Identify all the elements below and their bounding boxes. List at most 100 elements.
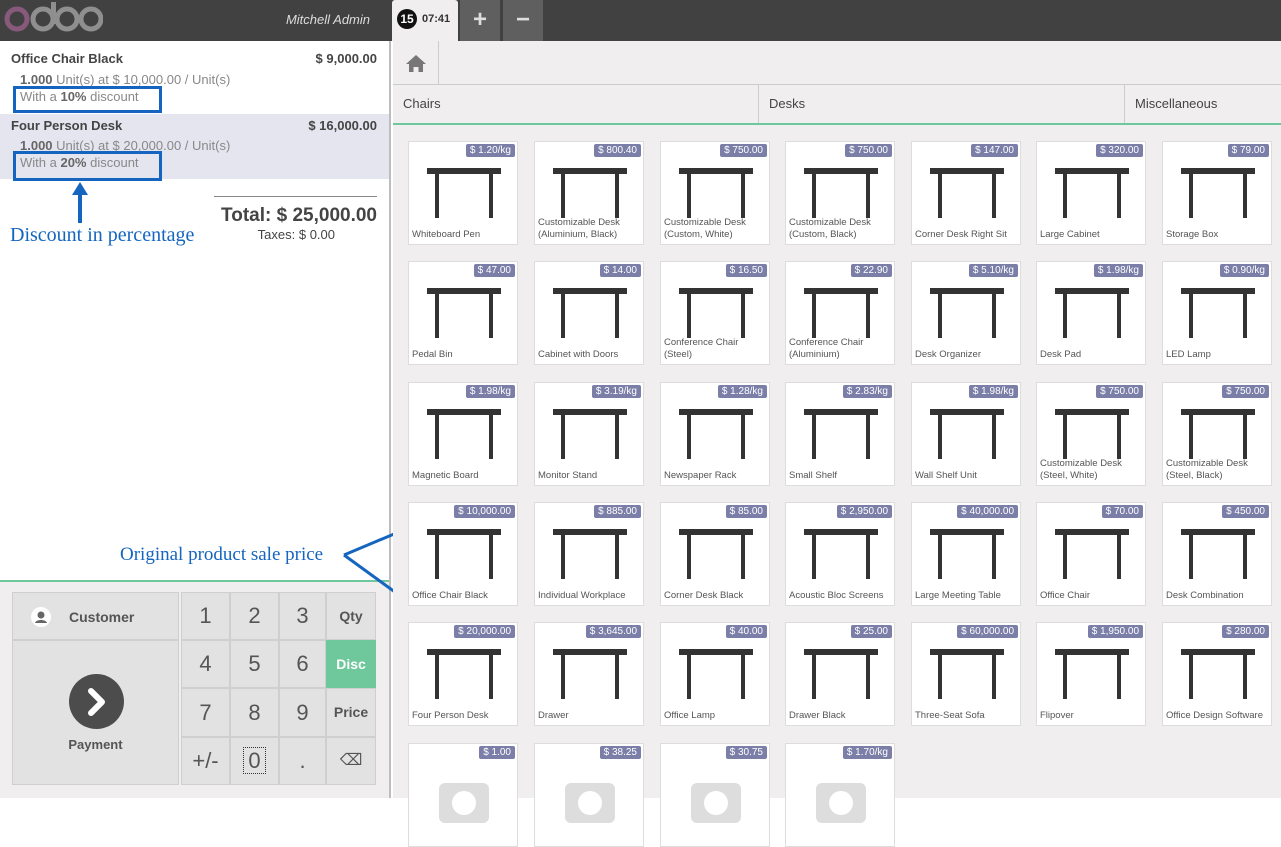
product-name: Desk Combination xyxy=(1166,590,1244,601)
product-price-tag: $ 1.98/kg xyxy=(465,385,515,398)
product-card[interactable]: $ 79.00 Storage Box xyxy=(1162,141,1272,245)
product-image xyxy=(1173,517,1263,587)
numpad-key-0[interactable]: 0 xyxy=(230,737,279,785)
product-price-tag: $ 79.00 xyxy=(1227,144,1269,157)
numpad-key-3[interactable]: 3 xyxy=(279,592,326,640)
product-card[interactable]: $ 1,950.00 Flipover xyxy=(1036,622,1146,726)
product-card[interactable]: $ 320.00 Large Cabinet xyxy=(1036,141,1146,245)
product-name: Cabinet with Doors xyxy=(538,349,619,360)
product-image xyxy=(419,276,509,346)
product-card[interactable]: $ 25.00 Drawer Black xyxy=(785,622,895,726)
product-name: Customizable Desk (Steel, White) xyxy=(1040,458,1122,481)
product-card[interactable]: $ 800.40 Customizable Desk (Aluminium, Bl… xyxy=(534,141,644,245)
product-card[interactable]: $ 750.00 Customizable Desk (Custom, Black… xyxy=(785,141,895,245)
product-card[interactable]: $ 38.25 xyxy=(534,743,644,847)
product-card[interactable]: $ 20,000.00 Four Person Desk xyxy=(408,622,518,726)
product-card[interactable]: $ 280.00 Office Design Software xyxy=(1162,622,1272,726)
product-card[interactable]: $ 750.00 Customizable Desk (Steel, White) xyxy=(1036,382,1146,486)
mode-qty-button[interactable]: Qty xyxy=(326,592,376,640)
product-name: Corner Desk Black xyxy=(664,590,744,601)
order-summary: Total: $ 25,000.00 Taxes: $ 0.00 xyxy=(214,196,377,242)
product-image xyxy=(796,758,886,828)
category-chairs[interactable]: Chairs xyxy=(393,85,759,123)
product-name: Large Cabinet xyxy=(1040,229,1100,240)
annotation-discount: Discount in percentage xyxy=(10,224,195,246)
numpad-key-7[interactable]: 7 xyxy=(181,688,230,737)
product-image xyxy=(1047,397,1137,467)
product-name: Whiteboard Pen xyxy=(412,229,481,240)
customer-label: Customer xyxy=(69,609,135,625)
product-name: Office Chair Black xyxy=(412,590,488,601)
product-image xyxy=(545,156,635,226)
mode-price-button[interactable]: Price xyxy=(326,688,376,737)
product-card[interactable]: $ 85.00 Corner Desk Black xyxy=(660,502,770,606)
product-card[interactable]: $ 1.28/kg Newspaper Rack xyxy=(660,382,770,486)
numpad-key-dot[interactable]: . xyxy=(279,737,326,785)
product-card[interactable]: $ 1.00 xyxy=(408,743,518,847)
order-tab[interactable]: 15 07:41 xyxy=(392,0,458,41)
product-price-tag: $ 2.83/kg xyxy=(842,385,892,398)
product-name: Conference Chair (Steel) xyxy=(664,337,739,360)
product-card[interactable]: $ 450.00 Desk Combination xyxy=(1162,502,1272,606)
add-order-button[interactable]: + xyxy=(460,0,500,41)
numpad-area: Customer Payment 1 2 3 Qty 4 5 6 Disc 7 … xyxy=(0,580,389,798)
numpad-key-2[interactable]: 2 xyxy=(230,592,279,640)
customer-button[interactable]: Customer xyxy=(12,592,179,640)
product-price-tag: $ 3.19/kg xyxy=(591,385,641,398)
product-card[interactable]: $ 70.00 Office Chair xyxy=(1036,502,1146,606)
delete-order-button[interactable]: − xyxy=(503,0,543,41)
product-card[interactable]: $ 1.98/kg Desk Pad xyxy=(1036,261,1146,365)
product-card[interactable]: $ 5.10/kg Desk Organizer xyxy=(911,261,1021,365)
home-button[interactable] xyxy=(393,41,439,85)
numpad-key-1[interactable]: 1 xyxy=(181,592,230,640)
product-card[interactable]: $ 22.90 Conference Chair (Aluminium) xyxy=(785,261,895,365)
product-card[interactable]: $ 40.00 Office Lamp xyxy=(660,622,770,726)
product-price-tag: $ 3,645.00 xyxy=(585,625,641,638)
product-image xyxy=(419,156,509,226)
numpad-key-plusminus[interactable]: +/- xyxy=(181,737,230,785)
category-desks[interactable]: Desks xyxy=(759,85,1125,123)
product-card[interactable]: $ 750.00 Customizable Desk (Steel, Black) xyxy=(1162,382,1272,486)
product-image xyxy=(545,276,635,346)
product-card[interactable]: $ 1.98/kg Wall Shelf Unit xyxy=(911,382,1021,486)
product-image xyxy=(1173,276,1263,346)
numpad-key-0-label: 0 xyxy=(243,747,266,774)
product-image xyxy=(1173,156,1263,226)
product-card[interactable]: $ 2.83/kg Small Shelf xyxy=(785,382,895,486)
product-card[interactable]: $ 60,000.00 Three-Seat Sofa xyxy=(911,622,1021,726)
product-card[interactable]: $ 0.90/kg LED Lamp xyxy=(1162,261,1272,365)
product-card[interactable]: $ 1.20/kg Whiteboard Pen xyxy=(408,141,518,245)
numpad-key-5[interactable]: 5 xyxy=(230,640,279,688)
product-card[interactable]: $ 14.00 Cabinet with Doors xyxy=(534,261,644,365)
product-card[interactable]: $ 1.70/kg xyxy=(785,743,895,847)
numpad-key-4[interactable]: 4 xyxy=(181,640,230,688)
numpad-key-9[interactable]: 9 xyxy=(279,688,326,737)
backspace-button[interactable]: ⌫ xyxy=(326,737,376,785)
product-card[interactable]: $ 10,000.00 Office Chair Black xyxy=(408,502,518,606)
category-miscellaneous[interactable]: Miscellaneous xyxy=(1125,85,1281,123)
product-name: Drawer Black xyxy=(789,710,846,721)
product-card[interactable]: $ 3.19/kg Monitor Stand xyxy=(534,382,644,486)
numpad-key-8[interactable]: 8 xyxy=(230,688,279,737)
numpad-key-6[interactable]: 6 xyxy=(279,640,326,688)
payment-button[interactable]: Payment xyxy=(12,640,179,785)
mode-disc-button[interactable]: Disc xyxy=(326,640,376,688)
product-image xyxy=(1047,517,1137,587)
cashier-name[interactable]: Mitchell Admin xyxy=(270,12,370,27)
product-card[interactable]: $ 750.00 Customizable Desk (Custom, White… xyxy=(660,141,770,245)
product-image xyxy=(922,637,1012,707)
product-card[interactable]: $ 2,950.00 Acoustic Bloc Screens xyxy=(785,502,895,606)
annotation-sale-price: Original product sale price xyxy=(120,544,324,565)
odoo-logo xyxy=(4,2,103,32)
product-card[interactable]: $ 3,645.00 Drawer xyxy=(534,622,644,726)
product-card[interactable]: $ 40,000.00 Large Meeting Table xyxy=(911,502,1021,606)
product-price-tag: $ 60,000.00 xyxy=(957,625,1018,638)
product-card[interactable]: $ 16.50 Conference Chair (Steel) xyxy=(660,261,770,365)
product-card[interactable]: $ 885.00 Individual Workplace xyxy=(534,502,644,606)
order-total: Total: $ 25,000.00 xyxy=(221,205,377,226)
product-card[interactable]: $ 30.75 xyxy=(660,743,770,847)
product-card[interactable]: $ 1.98/kg Magnetic Board xyxy=(408,382,518,486)
product-card[interactable]: $ 47.00 Pedal Bin xyxy=(408,261,518,365)
product-card[interactable]: $ 147.00 Corner Desk Right Sit xyxy=(911,141,1021,245)
product-name: Pedal Bin xyxy=(412,349,453,360)
